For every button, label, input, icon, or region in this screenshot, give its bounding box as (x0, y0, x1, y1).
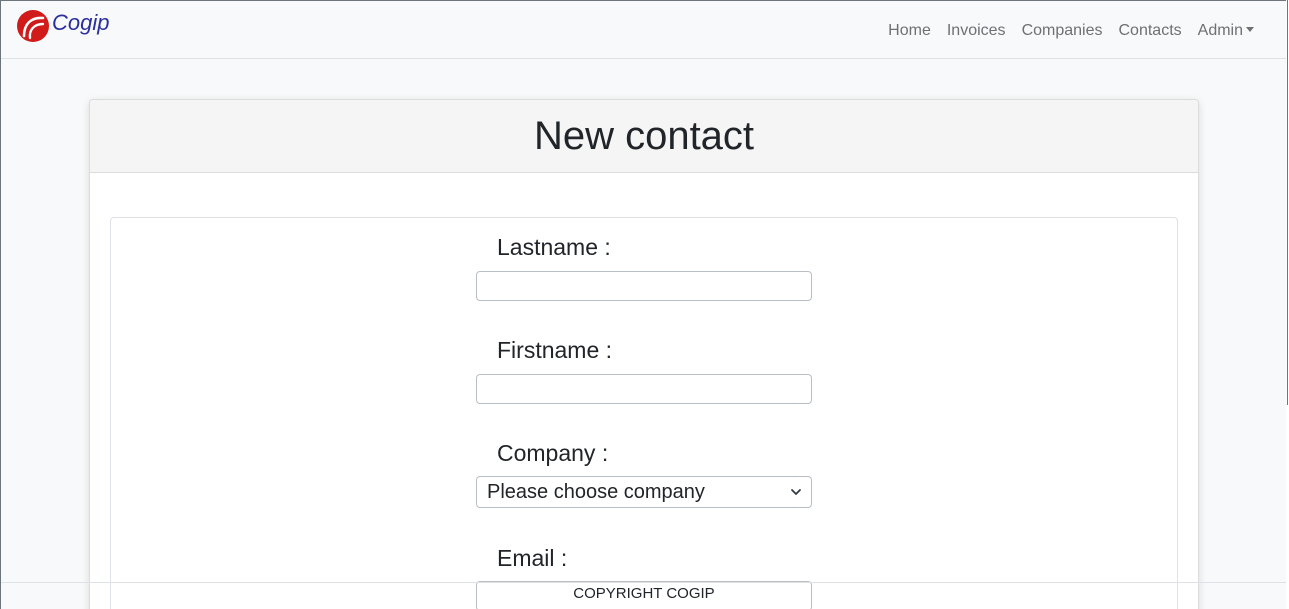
card-header: New contact (90, 100, 1198, 173)
caret-down-icon (1246, 27, 1254, 32)
chevron-down-icon (791, 489, 801, 495)
firstname-input[interactable] (476, 374, 812, 404)
company-select-value: Please choose company (487, 480, 705, 503)
page-title: New contact (533, 114, 755, 158)
nav-contacts[interactable]: Contacts (1111, 20, 1190, 42)
navbar: Cogip Home Invoices Companies Contacts A… (1, 1, 1286, 59)
main-nav: Home Invoices Companies Contacts Admin (880, 20, 1262, 42)
lastname-label: Lastname : (497, 234, 611, 260)
nav-home[interactable]: Home (880, 20, 939, 42)
brand-name: Cogip (52, 10, 110, 35)
lastname-input[interactable] (476, 271, 812, 301)
nav-admin-label: Admin (1197, 22, 1243, 39)
company-label: Company : (497, 440, 609, 466)
nav-admin-dropdown[interactable]: Admin (1190, 20, 1262, 42)
company-select[interactable]: Please choose company (476, 476, 812, 508)
browser-viewport: Cogip Home Invoices Companies Contacts A… (0, 0, 1286, 609)
nav-companies[interactable]: Companies (1014, 20, 1111, 42)
nav-invoices[interactable]: Invoices (939, 20, 1014, 42)
copyright-text: COPYRIGHT COGIP (573, 585, 715, 602)
new-contact-card: New contact Lastname : Firstname : Compa… (89, 99, 1199, 609)
page-footer: COPYRIGHT COGIP (1, 582, 1286, 609)
email-label: Email : (497, 545, 568, 571)
brand-link[interactable]: Cogip (16, 9, 109, 43)
firstname-label: Firstname : (497, 337, 613, 363)
cogip-logo-icon (17, 10, 49, 42)
new-contact-form: Lastname : Firstname : Company : Please … (110, 217, 1178, 609)
